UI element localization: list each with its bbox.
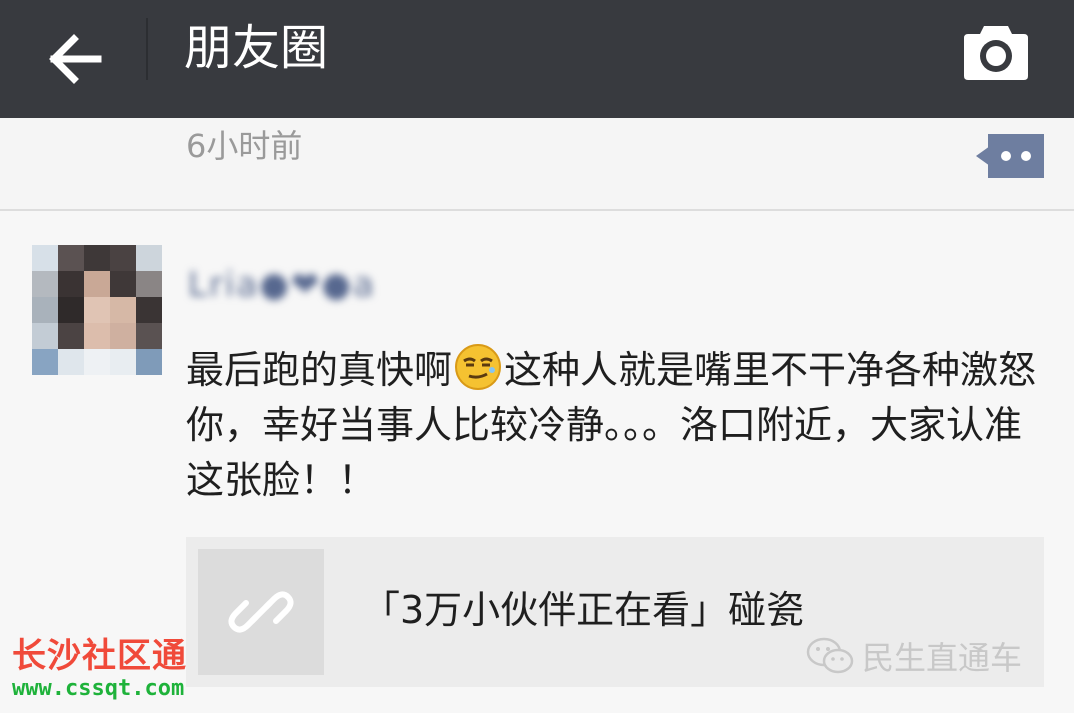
back-button[interactable]: [28, 16, 124, 102]
source-name: 民生直通车: [862, 639, 1023, 677]
camera-button[interactable]: [948, 14, 1044, 90]
link-icon: [228, 591, 294, 633]
moments-screen: 朋友圈 6小时前 Lria●❤●a 最后跑的真快啊 这种人就是嘴里不干净各种激怒…: [0, 0, 1074, 713]
source-watermark: 民生直通车: [806, 631, 1022, 681]
username[interactable]: Lria●❤●a: [188, 257, 376, 313]
site-watermark: 长沙社区通 www.cssqt.com: [12, 636, 232, 706]
back-arrow-icon: [49, 34, 102, 84]
post-text: 最后跑的真快啊 这种人就是嘴里不干净各种激怒你，幸好当事人比较冷静。。。洛口附近…: [186, 343, 1056, 508]
avatar[interactable]: [32, 245, 162, 375]
share-title: 「3万小伙伴正在看」碰瓷: [362, 588, 805, 632]
previous-post-footer: 6小时前: [0, 118, 1074, 210]
wechat-icon: [806, 637, 854, 674]
header-divider: [146, 18, 148, 80]
comment-more-icon: [976, 134, 1044, 178]
post-timestamp: 6小时前: [186, 127, 303, 165]
post-text-part-1: 最后跑的真快啊: [186, 348, 453, 392]
pixelated-avatar-image: [32, 245, 162, 375]
page-title: 朋友圈: [184, 20, 329, 76]
comment-button[interactable]: [976, 134, 1044, 178]
watermark-brand: 长沙社区通: [12, 636, 187, 676]
camera-icon: [964, 26, 1028, 80]
watermark-url: www.cssqt.com: [12, 676, 185, 701]
top-bar: 朋友圈: [0, 0, 1074, 118]
shared-link-card[interactable]: 「3万小伙伴正在看」碰瓷 民生直通车: [186, 537, 1044, 687]
smirk-emoji-icon: [455, 344, 502, 390]
